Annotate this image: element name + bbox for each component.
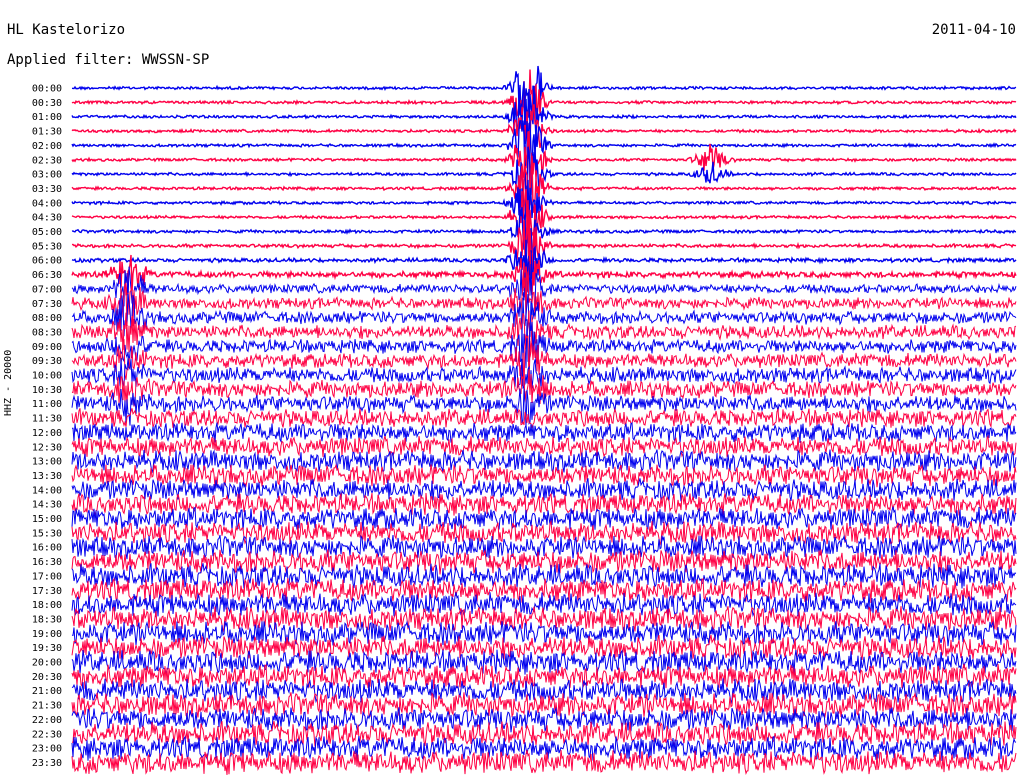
time-label: 01:30 [32, 127, 62, 138]
time-label: 02:30 [32, 155, 62, 166]
time-label: 07:00 [32, 284, 62, 295]
trace-row [71, 155, 1017, 217]
trace-row [71, 519, 1017, 546]
time-label: 21:00 [32, 686, 62, 697]
time-label: 13:00 [32, 457, 62, 468]
time-label: 21:30 [32, 701, 62, 712]
time-label: 14:00 [32, 485, 62, 496]
trace-row [71, 649, 1017, 675]
time-label: 05:00 [32, 227, 62, 238]
time-label: 10:30 [32, 385, 62, 396]
time-label: 00:30 [32, 98, 62, 109]
time-label: 10:00 [32, 371, 62, 382]
time-label: 15:30 [32, 528, 62, 539]
time-label: 11:00 [32, 399, 62, 410]
time-label: 12:30 [32, 442, 62, 453]
time-label: 09:30 [32, 356, 62, 367]
time-label: 04:00 [32, 198, 62, 209]
time-label: 18:00 [32, 600, 62, 611]
time-label: 16:00 [32, 543, 62, 554]
trace-row [71, 478, 1017, 502]
time-label: 18:30 [32, 614, 62, 625]
time-label: 14:30 [32, 500, 62, 511]
time-label: 05:30 [32, 241, 62, 252]
trace-row [71, 691, 1017, 719]
traces-group [71, 65, 1017, 775]
time-label: 11:30 [32, 414, 62, 425]
time-label: 16:30 [32, 557, 62, 568]
time-label: 04:30 [32, 213, 62, 224]
time-label: 07:30 [32, 299, 62, 310]
time-label: 22:30 [32, 729, 62, 740]
trace-row [71, 219, 1017, 276]
time-label: 00:00 [32, 84, 62, 95]
time-label: 08:00 [32, 313, 62, 324]
time-label: 19:00 [32, 629, 62, 640]
helicorder-plot: 00:00 00:30 01:00 01:30 02:00 02:30 03:00 03:30… [32, 65, 1017, 775]
trace-row [71, 434, 1017, 458]
time-labels-group: 00:00 00:30 01:00 01:30 02:00 02:30 03:00 03:30… [32, 84, 62, 769]
time-label: 19:30 [32, 643, 62, 654]
trace-row [71, 407, 1017, 429]
time-label: 12:00 [32, 428, 62, 439]
time-label: 23:30 [32, 758, 62, 769]
trace-row [71, 81, 1017, 144]
time-label: 22:00 [32, 715, 62, 726]
time-label: 13:30 [32, 471, 62, 482]
time-label: 09:00 [32, 342, 62, 353]
trace-row [71, 119, 1017, 177]
time-label: 20:30 [32, 672, 62, 683]
time-label: 17:00 [32, 571, 62, 582]
time-label: 02:00 [32, 141, 62, 152]
time-label: 03:00 [32, 170, 62, 181]
time-label: 01:00 [32, 112, 62, 123]
time-label: 08:30 [32, 327, 62, 338]
time-label: 17:30 [32, 586, 62, 597]
time-label: 06:30 [32, 270, 62, 281]
time-label: 15:00 [32, 514, 62, 525]
time-label: 20:00 [32, 658, 62, 669]
time-label: 03:30 [32, 184, 62, 195]
time-label: 23:00 [32, 744, 62, 755]
time-label: 06:00 [32, 256, 62, 267]
